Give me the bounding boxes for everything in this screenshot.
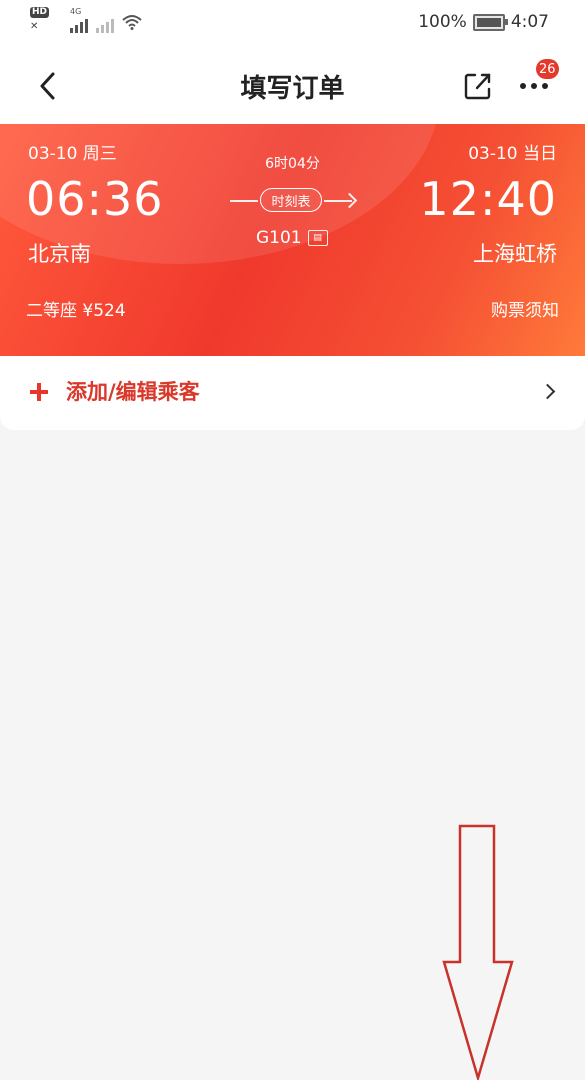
train-number-group: G101 ▤ bbox=[256, 228, 328, 248]
direction-arrow-icon bbox=[341, 192, 358, 209]
seat-class-price: 二等座 ¥524 bbox=[26, 301, 126, 321]
departure-station: 北京南 bbox=[28, 242, 91, 266]
nav-header: 填写订单 26 bbox=[0, 46, 585, 124]
train-info-card: 03-10 周三 03-10 当日 6时04分 06:36 12:40 时刻表 … bbox=[0, 124, 585, 356]
hd-badge: HD bbox=[30, 7, 50, 18]
cell-signal-1: 4G bbox=[70, 7, 88, 33]
battery-icon bbox=[472, 13, 508, 31]
ticket-type-icon[interactable]: ▤ bbox=[307, 230, 328, 246]
network-type-label: 4G bbox=[70, 7, 82, 16]
add-passenger-row[interactable]: 添加/编辑乘客 bbox=[0, 356, 585, 430]
page-title: 填写订单 bbox=[240, 74, 345, 104]
down-arrow-annotation-icon bbox=[442, 824, 514, 1080]
clock: 4:07 bbox=[510, 12, 549, 32]
add-passenger-label: 添加/编辑乘客 bbox=[66, 380, 200, 404]
status-right: 100% 4:07 bbox=[418, 12, 549, 32]
status-indicators: HD ✕ 4G bbox=[30, 7, 142, 37]
departure-time: 06:36 bbox=[26, 172, 164, 226]
signal-bars-icon bbox=[70, 17, 88, 33]
battery-percent: 100% bbox=[418, 12, 467, 32]
notification-badge: 26 bbox=[536, 59, 559, 79]
hd-network-group: HD ✕ bbox=[30, 7, 62, 37]
status-bar: HD ✕ 4G 100% 4:07 bbox=[0, 0, 585, 46]
arrival-time: 12:40 bbox=[419, 172, 557, 226]
arrival-station: 上海虹桥 bbox=[473, 242, 557, 266]
connector-line-left bbox=[230, 200, 258, 202]
timetable-connector: 时刻表 bbox=[230, 188, 358, 214]
signal-bars-secondary-icon bbox=[96, 17, 114, 33]
no-signal-icon: ✕ bbox=[30, 21, 39, 32]
train-number: G101 bbox=[256, 228, 302, 248]
ticket-notice-link[interactable]: 购票须知 bbox=[491, 296, 559, 321]
more-icon bbox=[520, 83, 548, 89]
plus-icon bbox=[30, 383, 48, 401]
back-button[interactable] bbox=[30, 68, 66, 104]
trip-duration: 6时04分 bbox=[265, 156, 320, 172]
back-arrow-icon bbox=[40, 72, 55, 100]
share-icon bbox=[464, 73, 491, 100]
chevron-right-icon bbox=[539, 383, 556, 400]
wifi-icon bbox=[122, 15, 142, 30]
share-button[interactable] bbox=[460, 68, 496, 104]
timetable-button[interactable]: 时刻表 bbox=[260, 188, 322, 212]
